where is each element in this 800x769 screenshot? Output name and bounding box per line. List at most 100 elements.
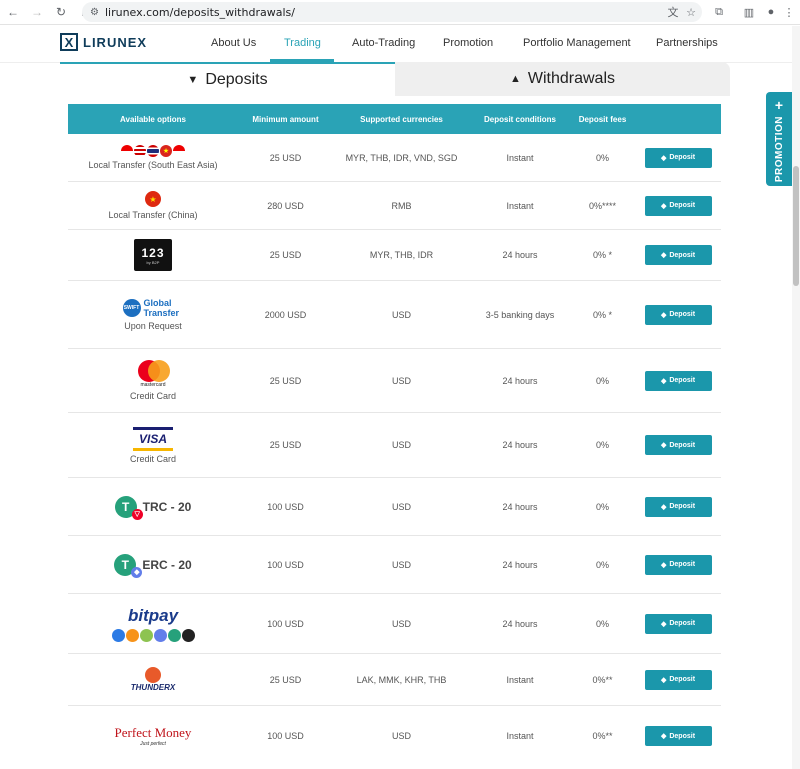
site-info-icon[interactable]: ⚙	[90, 7, 99, 18]
currencies: USD	[391, 440, 411, 450]
table-row: 123 by B2P 25 USD MYR, THB, IDR 24 hours…	[68, 230, 721, 281]
conditions: Instant	[506, 731, 534, 741]
conditions: 24 hours	[502, 618, 538, 629]
asean-flags-icon: ★	[121, 145, 185, 157]
side-panel-icon[interactable]: ▥	[742, 5, 756, 19]
currencies: USD	[391, 309, 411, 320]
reload-icon[interactable]: ↻	[54, 5, 68, 19]
diamond-icon: ◆	[660, 620, 667, 628]
min-amount: 2000 USD	[264, 309, 307, 320]
promotion-side-tab[interactable]: + PROMOTION	[766, 92, 792, 186]
scrollbar-thumb[interactable]	[793, 166, 799, 286]
currencies: USD	[391, 618, 411, 629]
table-row: ★ Local Transfer (South East Asia) 25 US…	[68, 134, 721, 182]
deposit-button[interactable]: ◆ Deposit	[644, 613, 712, 634]
col-deposit-conditions: Deposit conditions	[484, 114, 556, 124]
fees: 0%	[595, 152, 609, 163]
method-label: TRC - 20	[142, 499, 192, 514]
diamond-icon: ◆	[660, 561, 667, 569]
more-menu-icon[interactable]: ⋮	[782, 5, 796, 19]
conditions: Instant	[506, 674, 534, 685]
table-row: mastercard Credit Card 25 USD USD 24 hou…	[68, 349, 721, 413]
deposit-button[interactable]: ◆ Deposit	[644, 147, 712, 168]
min-amount: 25 USD	[269, 250, 302, 260]
table-row: THUNDERX 25 USD LAK, MMK, KHR, THB Insta…	[68, 654, 721, 706]
conditions: Instant	[506, 152, 534, 163]
deposit-button[interactable]: ◆ Deposit	[644, 435, 712, 455]
translate-icon[interactable]: 文	[666, 5, 680, 19]
nav-portfolio-management[interactable]: Portfolio Management	[523, 37, 631, 49]
deposit-button[interactable]: ◆ Deposit	[644, 195, 712, 216]
method-label: Local Transfer (China)	[108, 210, 198, 220]
deposit-button[interactable]: ◆ Deposit	[644, 554, 712, 575]
tab-deposits[interactable]: ▼ Deposits	[60, 62, 395, 96]
diamond-icon: ◆	[660, 377, 667, 385]
nav-promotion[interactable]: Promotion	[443, 37, 493, 49]
china-flag-icon: ★	[145, 191, 161, 207]
currencies: LAK, MMK, KHR, THB	[356, 674, 447, 685]
col-deposit-fees: Deposit fees	[578, 114, 627, 124]
scrollbar[interactable]	[792, 26, 800, 769]
diamond-icon: ◆	[660, 154, 667, 162]
thunderx-logo: THUNDERX	[131, 667, 175, 692]
fees: 0%	[595, 618, 609, 629]
fees: 0%**	[592, 674, 613, 685]
min-amount: 100 USD	[267, 559, 304, 570]
site-header: X LIRUNEX About Us Trading Auto-Trading …	[0, 25, 800, 63]
b2p-logo: 123 by B2P	[134, 239, 172, 271]
deposit-button[interactable]: ◆ Deposit	[644, 496, 712, 517]
method-label: Local Transfer (South East Asia)	[88, 160, 218, 170]
profile-icon[interactable]: ●	[764, 5, 778, 19]
min-amount: 25 USD	[269, 440, 302, 450]
lirunex-logo[interactable]: X LIRUNEX	[60, 33, 147, 51]
tether-icon: T ▽	[114, 495, 143, 520]
logo-text: LIRUNEX	[83, 34, 148, 50]
bookmark-star-icon[interactable]: ☆	[684, 5, 698, 19]
col-available-options: Available options	[120, 114, 186, 124]
promotion-label: PROMOTION	[773, 116, 785, 183]
address-bar[interactable]: ⚙ lirunex.com/deposits_withdrawals/	[82, 2, 702, 22]
diamond-icon: ◆	[660, 503, 667, 511]
conditions: 3-5 banking days	[485, 309, 555, 320]
conditions: 24 hours	[502, 250, 538, 260]
currencies: USD	[391, 731, 411, 741]
deposit-button[interactable]: ◆ Deposit	[644, 245, 712, 265]
method-label: Upon Request	[124, 321, 182, 331]
extensions-icon[interactable]: ⧉	[712, 5, 726, 19]
url-text: lirunex.com/deposits_withdrawals/	[104, 5, 295, 19]
min-amount: 25 USD	[269, 375, 302, 386]
nav-about-us[interactable]: About Us	[211, 37, 256, 49]
currencies: USD	[391, 501, 411, 512]
deposit-button[interactable]: ◆ Deposit	[644, 726, 712, 746]
diamond-icon: ◆	[660, 733, 667, 740]
diamond-icon: ◆	[660, 252, 667, 259]
col-supported-currencies: Supported currencies	[360, 114, 443, 124]
back-icon[interactable]: ←	[6, 5, 20, 19]
trc20-logo: T ▽ TRC - 20	[114, 495, 192, 520]
table-row: ★ Local Transfer (China) 280 USD RMB Ins…	[68, 182, 721, 230]
deposit-button[interactable]: ◆ Deposit	[644, 304, 712, 325]
deposit-withdraw-tabs: ▼ Deposits ▲ Withdrawals	[60, 62, 730, 96]
tab-withdrawals[interactable]: ▲ Withdrawals	[395, 62, 730, 96]
forward-icon[interactable]: →	[30, 5, 44, 19]
crypto-coins-icon	[111, 628, 195, 642]
fees: 0%**	[592, 731, 613, 741]
logo-mark-icon: X	[60, 33, 78, 51]
mastercard-logo: mastercard	[136, 360, 170, 388]
deposit-button[interactable]: ◆ Deposit	[644, 669, 712, 690]
perfect-money-logo: Perfect Money Just perfect	[114, 725, 192, 747]
nav-auto-trading[interactable]: Auto-Trading	[352, 37, 415, 49]
fees: 0%	[595, 501, 609, 512]
diamond-icon: ◆	[660, 442, 667, 449]
currencies: MYR, THB, IDR, VND, SGD	[345, 152, 458, 163]
method-label: Credit Card	[129, 453, 176, 464]
tether-icon: T ◆	[114, 553, 143, 578]
min-amount: 25 USD	[269, 152, 302, 163]
thunderx-mark-icon	[144, 667, 161, 683]
nav-trading[interactable]: Trading	[284, 37, 321, 49]
plus-icon: +	[774, 97, 784, 113]
nav-partnerships[interactable]: Partnerships	[656, 37, 718, 49]
currencies: USD	[391, 559, 411, 570]
conditions: Instant	[506, 200, 534, 211]
deposit-button[interactable]: ◆ Deposit	[644, 370, 712, 391]
